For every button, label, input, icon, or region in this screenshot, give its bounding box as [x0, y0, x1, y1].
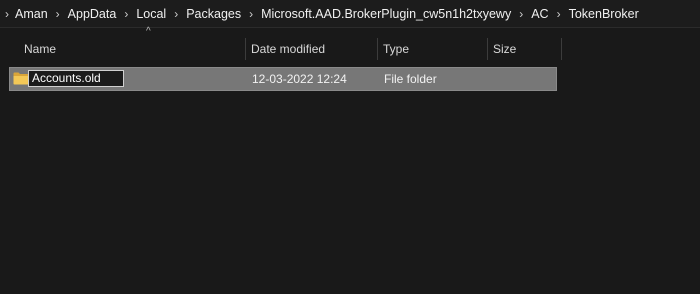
chevron-right-icon[interactable]: › [0, 8, 14, 20]
folder-icon [13, 72, 29, 85]
breadcrumb-item-appdata[interactable]: AppData [67, 7, 118, 21]
file-row[interactable]: Accounts.old 12-03-2022 12:24 File folde… [9, 67, 557, 91]
chevron-right-icon[interactable]: › [167, 8, 185, 20]
breadcrumb-item-tokenbroker[interactable]: TokenBroker [568, 7, 640, 21]
column-headers: ^ Name Date modified Type Size [0, 27, 700, 62]
chevron-right-icon[interactable]: › [550, 8, 568, 20]
chevron-right-icon[interactable]: › [242, 8, 260, 20]
breadcrumb: › Aman › AppData › Local › Packages › Mi… [0, 0, 700, 27]
column-header-label: Size [493, 42, 517, 56]
column-header-label: Date modified [251, 42, 326, 56]
rename-input[interactable]: Accounts.old [28, 70, 124, 87]
chevron-right-icon[interactable]: › [117, 8, 135, 20]
column-header-name[interactable]: ^ Name [18, 27, 245, 62]
file-explorer-window: › Aman › AppData › Local › Packages › Mi… [0, 0, 700, 294]
column-header-type[interactable]: Type [377, 36, 487, 62]
breadcrumb-item-brokerplugin[interactable]: Microsoft.AAD.BrokerPlugin_cw5n1h2txyewy [260, 7, 512, 21]
sort-ascending-icon: ^ [146, 26, 151, 37]
column-header-label: Name [24, 42, 57, 56]
chevron-right-icon[interactable]: › [512, 8, 530, 20]
column-divider[interactable] [561, 38, 562, 60]
chevron-right-icon[interactable]: › [49, 8, 67, 20]
breadcrumb-item-ac[interactable]: AC [530, 7, 549, 21]
breadcrumb-item-local[interactable]: Local [135, 7, 167, 21]
breadcrumb-divider [0, 27, 700, 28]
breadcrumb-item-aman[interactable]: Aman [14, 7, 49, 21]
file-date-modified: 12-03-2022 12:24 [252, 72, 347, 86]
file-type: File folder [384, 72, 437, 86]
column-header-size[interactable]: Size [487, 36, 561, 62]
column-header-label: Type [383, 42, 410, 56]
column-header-date-modified[interactable]: Date modified [245, 36, 377, 62]
breadcrumb-item-packages[interactable]: Packages [185, 7, 242, 21]
